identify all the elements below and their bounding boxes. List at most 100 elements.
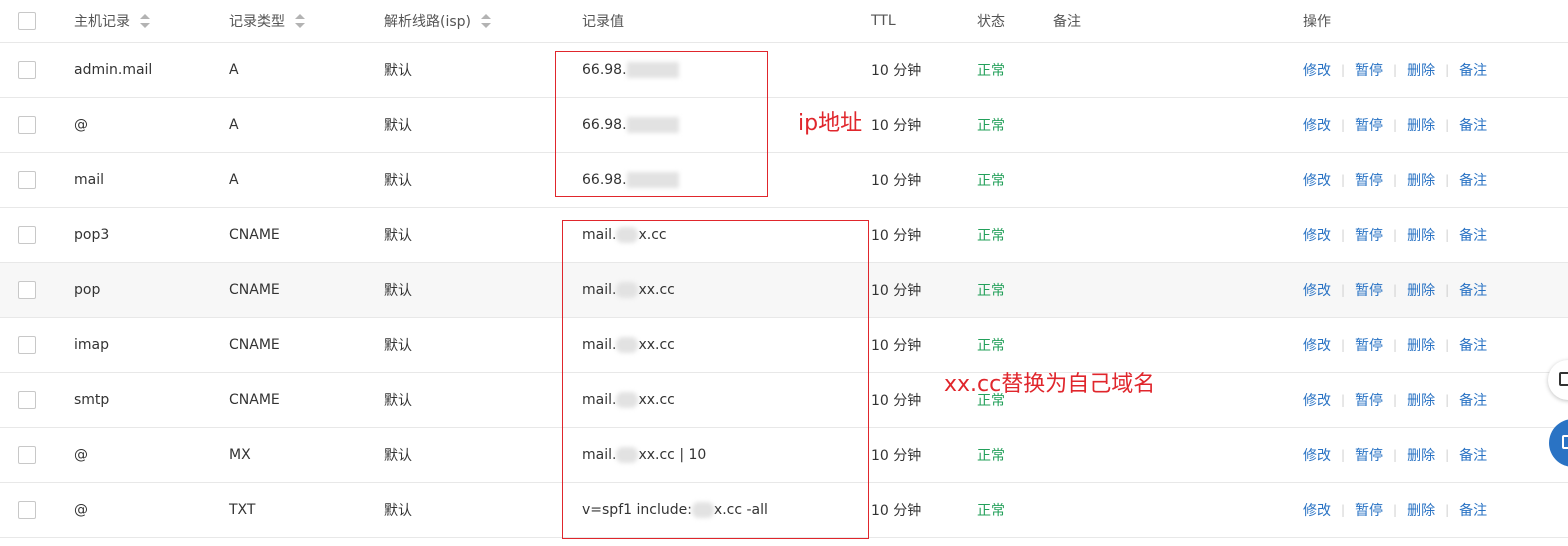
pause-button[interactable]: 暂停 <box>1355 225 1383 245</box>
remark-button[interactable]: 备注 <box>1459 225 1487 245</box>
col-ttl-header: TTL <box>871 0 896 42</box>
domain-annotation-label: xx.cc替换为自己域名 <box>944 372 1156 397</box>
row-checkbox[interactable] <box>18 336 36 354</box>
delete-button[interactable]: 删除 <box>1407 60 1435 80</box>
row-checkbox[interactable] <box>18 61 36 79</box>
sort-icon[interactable] <box>295 14 305 28</box>
sort-icon[interactable] <box>140 14 150 28</box>
remark-button[interactable]: 备注 <box>1459 280 1487 300</box>
feedback-icon <box>1559 372 1568 386</box>
type-cell: CNAME <box>229 227 280 243</box>
row-select-cell <box>18 153 36 207</box>
edit-button[interactable]: 修改 <box>1303 225 1331 245</box>
line-cell: 默认 <box>384 63 412 79</box>
action-separator: | <box>1445 118 1450 132</box>
col-line-header[interactable]: 解析线路(isp) <box>384 0 491 42</box>
edit-button[interactable]: 修改 <box>1303 500 1331 520</box>
row-actions: 修改 | 暂停 | 删除 | 备注 <box>1303 318 1487 372</box>
type-cell: CNAME <box>229 337 280 353</box>
row-checkbox[interactable] <box>18 281 36 299</box>
delete-button[interactable]: 删除 <box>1407 170 1435 190</box>
delete-button[interactable]: 删除 <box>1407 335 1435 355</box>
col-host-header[interactable]: 主机记录 <box>74 0 150 42</box>
row-checkbox[interactable] <box>18 171 36 189</box>
row-checkbox[interactable] <box>18 391 36 409</box>
pause-button[interactable]: 暂停 <box>1355 115 1383 135</box>
row-select-cell <box>18 428 36 482</box>
pause-button[interactable]: 暂停 <box>1355 445 1383 465</box>
host-cell: pop3 <box>74 227 110 243</box>
col-value-label: 记录值 <box>582 14 624 30</box>
delete-button[interactable]: 删除 <box>1407 390 1435 410</box>
status-badge: 正常 <box>977 228 1005 244</box>
pause-button[interactable]: 暂停 <box>1355 280 1383 300</box>
edit-button[interactable]: 修改 <box>1303 170 1331 190</box>
pause-button[interactable]: 暂停 <box>1355 390 1383 410</box>
pause-button[interactable]: 暂停 <box>1355 335 1383 355</box>
select-all-cell <box>18 0 36 42</box>
remark-button[interactable]: 备注 <box>1459 445 1487 465</box>
action-separator: | <box>1341 503 1346 517</box>
ttl-cell: 10 分钟 <box>871 173 922 189</box>
remark-button[interactable]: 备注 <box>1459 115 1487 135</box>
delete-button[interactable]: 删除 <box>1407 225 1435 245</box>
col-value-header: 记录值 <box>582 0 624 42</box>
action-separator: | <box>1393 503 1398 517</box>
edit-button[interactable]: 修改 <box>1303 335 1331 355</box>
row-select-cell <box>18 98 36 152</box>
type-cell: A <box>229 117 239 133</box>
host-cell: admin.mail <box>74 62 153 78</box>
remark-button[interactable]: 备注 <box>1459 335 1487 355</box>
status-badge: 正常 <box>977 503 1005 519</box>
select-all-checkbox[interactable] <box>18 12 36 30</box>
delete-button[interactable]: 删除 <box>1407 445 1435 465</box>
edit-button[interactable]: 修改 <box>1303 115 1331 135</box>
action-separator: | <box>1445 173 1450 187</box>
line-cell: 默认 <box>384 173 412 189</box>
remark-button[interactable]: 备注 <box>1459 170 1487 190</box>
row-actions: 修改 | 暂停 | 删除 | 备注 <box>1303 153 1487 207</box>
action-separator: | <box>1341 338 1346 352</box>
edit-button[interactable]: 修改 <box>1303 60 1331 80</box>
line-cell: 默认 <box>384 338 412 354</box>
edit-button[interactable]: 修改 <box>1303 445 1331 465</box>
col-status-header: 状态 <box>977 0 1005 42</box>
pause-button[interactable]: 暂停 <box>1355 500 1383 520</box>
delete-button[interactable]: 删除 <box>1407 500 1435 520</box>
ttl-cell: 10 分钟 <box>871 338 922 354</box>
remark-button[interactable]: 备注 <box>1459 390 1487 410</box>
remark-button[interactable]: 备注 <box>1459 500 1487 520</box>
delete-button[interactable]: 删除 <box>1407 280 1435 300</box>
action-separator: | <box>1393 448 1398 462</box>
row-checkbox[interactable] <box>18 446 36 464</box>
status-badge: 正常 <box>977 63 1005 79</box>
row-actions: 修改 | 暂停 | 删除 | 备注 <box>1303 373 1487 427</box>
pause-button[interactable]: 暂停 <box>1355 60 1383 80</box>
line-cell: 默认 <box>384 503 412 519</box>
row-checkbox[interactable] <box>18 116 36 134</box>
row-checkbox[interactable] <box>18 501 36 519</box>
row-select-cell <box>18 43 36 97</box>
action-separator: | <box>1393 228 1398 242</box>
action-separator: | <box>1341 228 1346 242</box>
action-separator: | <box>1341 448 1346 462</box>
row-select-cell <box>18 483 36 537</box>
col-type-header[interactable]: 记录类型 <box>229 0 305 42</box>
row-checkbox[interactable] <box>18 226 36 244</box>
col-host-label: 主机记录 <box>74 14 130 30</box>
line-cell: 默认 <box>384 393 412 409</box>
sort-icon[interactable] <box>481 14 491 28</box>
remark-button[interactable]: 备注 <box>1459 60 1487 80</box>
action-separator: | <box>1341 173 1346 187</box>
action-separator: | <box>1393 283 1398 297</box>
delete-button[interactable]: 删除 <box>1407 115 1435 135</box>
edit-button[interactable]: 修改 <box>1303 390 1331 410</box>
col-type-label: 记录类型 <box>229 14 285 30</box>
line-cell: 默认 <box>384 228 412 244</box>
status-badge: 正常 <box>977 283 1005 299</box>
host-cell: pop <box>74 282 101 298</box>
action-separator: | <box>1341 118 1346 132</box>
table-row: mail A 默认 66.98. 10 分钟 正常 修改 | 暂停 | 删除 | 备注 <box>0 153 1568 208</box>
edit-button[interactable]: 修改 <box>1303 280 1331 300</box>
pause-button[interactable]: 暂停 <box>1355 170 1383 190</box>
